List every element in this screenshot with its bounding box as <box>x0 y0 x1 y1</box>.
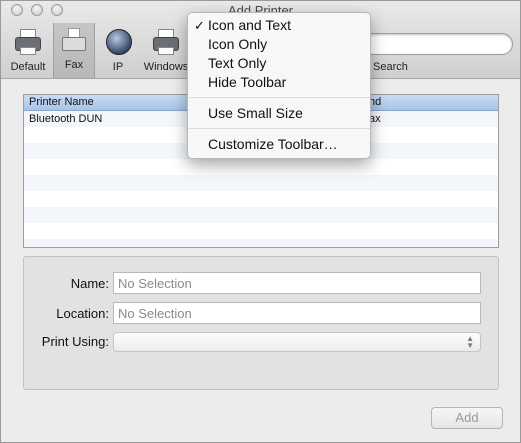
toolbar-ip-button[interactable]: IP <box>97 25 139 75</box>
checkmark-icon: ✓ <box>194 18 205 33</box>
menu-separator <box>188 97 370 98</box>
printer-icon <box>12 27 44 57</box>
toolbar-fax-label: Fax <box>64 59 84 71</box>
toolbar-context-menu: ✓ Icon and Text Icon Only Text Only Hide… <box>187 12 371 159</box>
location-field[interactable]: No Selection <box>113 302 481 324</box>
empty-row <box>24 223 498 239</box>
name-field[interactable]: No Selection <box>113 272 481 294</box>
toolbar-windows-label: Windows <box>143 61 189 73</box>
menu-item-label: Icon and Text <box>208 17 292 33</box>
print-using-select[interactable]: ▲ ▼ <box>113 332 481 352</box>
empty-row <box>24 191 498 207</box>
toolbar-fax-button[interactable]: Fax <box>53 23 95 78</box>
empty-row <box>24 159 498 175</box>
menu-item-use-small-size[interactable]: Use Small Size <box>188 104 370 123</box>
print-using-label: Print Using: <box>41 334 109 349</box>
toolbar-windows-button[interactable]: Windows <box>139 25 193 75</box>
menu-item-label: Customize Toolbar… <box>208 136 338 152</box>
empty-row <box>24 175 498 191</box>
toolbar-ip-label: IP <box>112 61 124 73</box>
empty-row <box>24 207 498 223</box>
globe-icon <box>102 27 134 57</box>
search-input[interactable] <box>361 33 513 55</box>
menu-item-icon-and-text[interactable]: ✓ Icon and Text <box>188 16 370 35</box>
menu-item-label: Text Only <box>208 55 267 71</box>
toolbar-default-label: Default <box>10 61 46 73</box>
column-header-printer-name[interactable]: Printer Name <box>29 96 94 108</box>
toolbar-default-button[interactable]: Default <box>5 25 51 75</box>
empty-row <box>24 239 498 247</box>
menu-item-text-only[interactable]: Text Only <box>188 54 370 73</box>
menu-item-label: Use Small Size <box>208 105 303 121</box>
menu-item-hide-toolbar[interactable]: Hide Toolbar <box>188 73 370 92</box>
printer-name-cell: Bluetooth DUN <box>29 113 103 125</box>
fax-icon <box>58 25 90 55</box>
menu-item-label: Hide Toolbar <box>208 74 287 90</box>
menu-item-icon-only[interactable]: Icon Only <box>188 35 370 54</box>
search-label: Search <box>373 61 408 73</box>
name-label: Name: <box>70 276 109 291</box>
menu-separator <box>188 128 370 129</box>
select-arrows-icon: ▲ ▼ <box>466 334 474 350</box>
menu-item-label: Icon Only <box>208 36 268 52</box>
menu-item-customize-toolbar[interactable]: Customize Toolbar… <box>188 135 370 154</box>
add-button[interactable]: Add <box>431 407 503 429</box>
add-printer-window: Add Printer Default Fax IP Windows Searc… <box>0 0 521 443</box>
location-label: Location: <box>56 306 109 321</box>
windows-printer-icon <box>150 27 182 57</box>
